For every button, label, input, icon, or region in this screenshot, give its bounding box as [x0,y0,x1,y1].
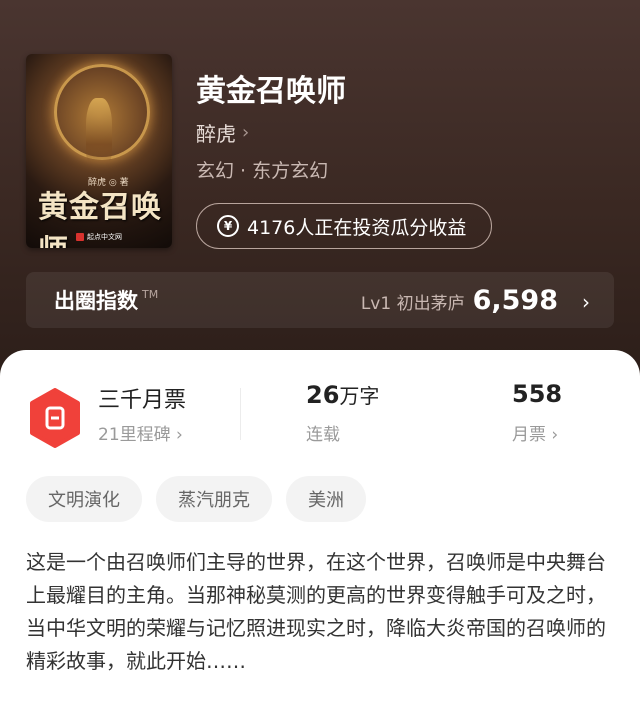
badge-title: 三千月票 [98,388,187,413]
author-link[interactable]: 醉虎 › [196,118,249,147]
index-value: 6,598 [472,284,558,316]
index-trademark: TM [142,287,159,301]
stats-row: 三千月票 21里程碑 › 26万字 连载 558 月票 › [0,380,640,450]
chevron-right-icon: › [551,425,559,445]
monthly-ticket-count: 558 [512,380,563,408]
tag-chip[interactable]: 文明演化 [26,476,142,522]
book-genre: 玄幻 · 东方玄幻 [196,160,329,182]
index-level: Lv1 初出茅庐 [360,293,465,314]
word-count-value: 26 [306,381,340,409]
book-title: 黄金召唤师 [196,74,346,109]
yen-coin-icon: ¥ [217,215,239,237]
invest-label: 4176人正在投资瓜分收益 [247,216,467,239]
book-cover[interactable]: 醉虎 ◎ 著 黄金召唤师 起点中文网 [26,54,172,248]
tag-chip[interactable]: 蒸汽朋克 [156,476,272,522]
cover-publisher: 起点中文网 [76,232,122,242]
chevron-right-icon: › [176,425,183,445]
index-label: 出圈指数 [54,289,138,313]
invest-button[interactable]: ¥ 4176人正在投资瓜分收益 [196,203,492,249]
badge-milestone-link[interactable]: 21里程碑 › [98,420,183,445]
tag-list: 文明演化 蒸汽朋克 美洲 [26,476,366,522]
badge-milestone: 21里程碑 [98,425,171,445]
word-count: 26万字 [306,380,379,409]
cover-figure-art [86,98,112,164]
chevron-right-icon: › [242,122,250,143]
divider [240,388,241,440]
tag-chip[interactable]: 美洲 [286,476,366,522]
word-count-unit: 万字 [339,384,380,408]
publisher-name: 起点中文网 [87,233,122,241]
book-header: 醉虎 ◎ 著 黄金召唤师 起点中文网 黄金召唤师 醉虎 › 玄幻 · 东方玄幻 … [0,0,640,380]
book-synopsis[interactable]: 这是一个由召唤师们主导的世界，在这个世界，召唤师是中央舞台上最耀目的主角。当那神… [26,546,616,678]
publisher-logo-icon [76,233,84,241]
monthly-ticket-badge-icon [30,388,80,448]
serial-status: 连载 [306,425,340,445]
monthly-ticket-link[interactable]: 月票 › [512,420,558,445]
popularity-index-bar[interactable]: 出圈指数 TM Lv1 初出茅庐 6,598 › [26,272,614,328]
author-name: 醉虎 [196,122,236,146]
monthly-ticket-label: 月票 [512,425,546,445]
chevron-right-icon: › [582,289,590,314]
book-detail-sheet: 三千月票 21里程碑 › 26万字 连载 558 月票 › 文明演化 蒸汽朋克 … [0,350,640,728]
